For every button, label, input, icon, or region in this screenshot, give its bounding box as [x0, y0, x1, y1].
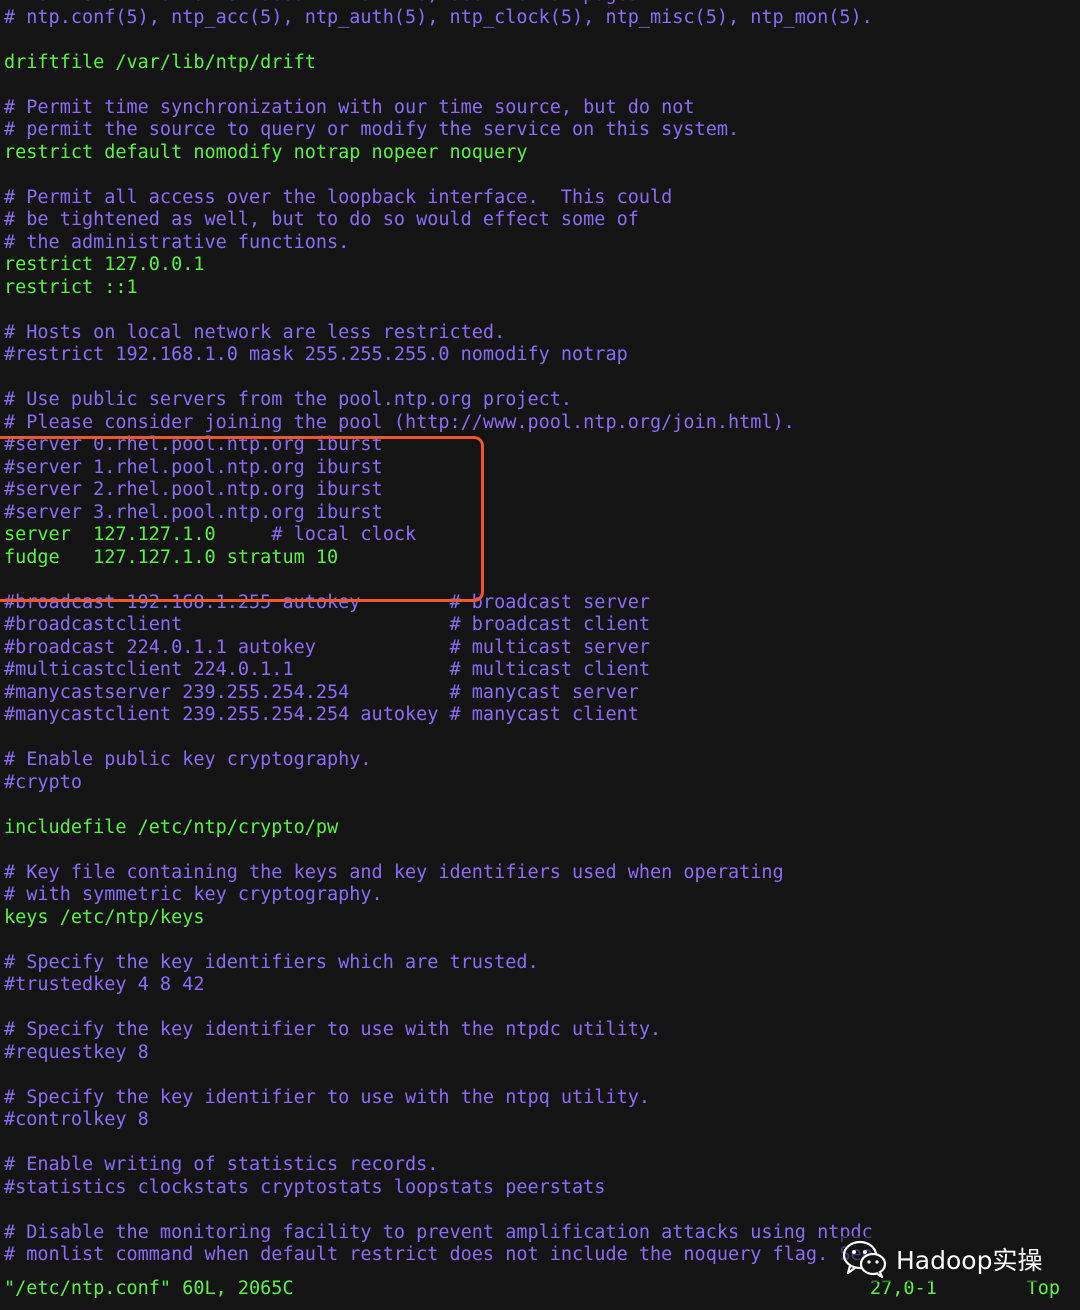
code-line: #trustedkey 4 8 42: [4, 974, 873, 997]
comment-segment: #manycastclient 239.255.254.254 autokey …: [4, 704, 639, 725]
code-line: #statistics clockstats cryptostats loops…: [4, 1177, 873, 1200]
code-line: # Enable writing of statistics records.: [4, 1154, 873, 1177]
code-line: # Hosts on local network are less restri…: [4, 322, 873, 345]
code-line: # Disable the monitoring facility to pre…: [4, 1222, 873, 1245]
code-line: #manycastclient 239.255.254.254 autokey …: [4, 704, 873, 727]
code-line: restrict ::1: [4, 277, 873, 300]
code-line: includefile /etc/ntp/crypto/pw: [4, 817, 873, 840]
comment-segment: # with symmetric key cryptography.: [4, 884, 383, 905]
comment-segment: # ntp.conf(5), ntp_acc(5), ntp_auth(5), …: [4, 6, 873, 28]
comment-segment: # Key file containing the keys and key i…: [4, 861, 784, 883]
comment-segment: #trustedkey 4 8 42: [4, 974, 205, 995]
code-line: restrict 127.0.0.1: [4, 254, 873, 277]
comment-segment: #manycastserver 239.255.254.254 # manyca…: [4, 681, 639, 703]
wechat-watermark: Hadoop实操: [838, 1236, 1055, 1282]
code-line: # the administrative functions.: [4, 232, 873, 255]
comment-segment: # Please consider joining the pool (http…: [4, 411, 795, 433]
comment-segment: #broadcastclient # broadcast client: [4, 614, 651, 635]
comment-segment: # Hosts on local network are less restri…: [4, 321, 506, 343]
comment-segment: #requestkey 8: [4, 1041, 149, 1063]
comment-segment: #multicastclient 224.0.1.1 # multicast c…: [4, 659, 651, 680]
code-line: # Key file containing the keys and key i…: [4, 862, 873, 885]
code-line: #broadcast 224.0.1.1 autokey # multicast…: [4, 637, 873, 660]
code-line: #controlkey 8: [4, 1109, 873, 1132]
comment-segment: # Specify the key identifier to use with…: [4, 1019, 662, 1040]
comment-segment: #crypto: [4, 771, 82, 793]
code-segment: restrict ::1: [4, 276, 138, 298]
code-line: # Permit all access over the loopback in…: [4, 187, 873, 210]
code-line: # be tightened as well, but to do so wou…: [4, 209, 873, 232]
status-file-info: "/etc/ntp.conf" 60L, 2065C: [4, 1278, 294, 1299]
comment-segment: # Specify the key identifier to use with…: [4, 1086, 651, 1108]
code-line: # ntp.conf(5), ntp_acc(5), ntp_auth(5), …: [4, 7, 873, 30]
comment-segment: # permit the source to query or modify t…: [4, 119, 740, 140]
code-line: #manycastserver 239.255.254.254 # manyca…: [4, 682, 873, 705]
comment-segment: # the administrative functions.: [4, 231, 350, 253]
comment-segment: # Permit time synchronization with our t…: [4, 96, 695, 118]
comment-segment: # Enable writing of statistics records.: [4, 1154, 439, 1175]
comment-segment: # Permit all access over the loopback in…: [4, 186, 673, 208]
comment-segment: # monlist command when default restrict …: [4, 1244, 873, 1265]
code-line: #requestkey 8: [4, 1042, 873, 1065]
highlight-annotation: [0, 436, 484, 602]
wechat-icon: [842, 1240, 887, 1279]
code-line: #crypto: [4, 772, 873, 795]
comment-segment: # Disable the monitoring facility to pre…: [4, 1221, 873, 1243]
code-line: # with symmetric key cryptography.: [4, 884, 873, 907]
terminal-window[interactable]: # For more information about this file, …: [0, 0, 1080, 1310]
code-line: # Permit time synchronization with our t…: [4, 97, 873, 120]
editor-buffer[interactable]: # For more information about this file, …: [4, 0, 873, 1267]
comment-segment: # Enable public key cryptography.: [4, 749, 372, 770]
comment-segment: # Specify the key identifiers which are …: [4, 951, 539, 973]
code-line: # permit the source to query or modify t…: [4, 119, 873, 142]
code-line: #broadcastclient # broadcast client: [4, 614, 873, 637]
code-line: # Please consider joining the pool (http…: [4, 412, 873, 435]
comment-segment: # be tightened as well, but to do so wou…: [4, 209, 639, 230]
code-line: # monlist command when default restrict …: [4, 1244, 873, 1267]
watermark-text: Hadoop实操: [896, 1246, 1043, 1275]
comment-segment: # For more information about this file, …: [4, 0, 639, 5]
comment-segment: #controlkey 8: [4, 1109, 149, 1130]
code-segment: restrict default nomodify notrap nopeer …: [4, 141, 528, 163]
code-line: # Specify the key identifier to use with…: [4, 1019, 873, 1042]
comment-segment: # Use public servers from the pool.ntp.o…: [4, 389, 573, 410]
code-line: #restrict 192.168.1.0 mask 255.255.255.0…: [4, 344, 873, 367]
code-line: keys /etc/ntp/keys: [4, 907, 873, 930]
code-line: #multicastclient 224.0.1.1 # multicast c…: [4, 659, 873, 682]
code-line: # Specify the key identifiers which are …: [4, 952, 873, 975]
code-line: driftfile /var/lib/ntp/drift: [4, 52, 873, 75]
code-segment: keys /etc/ntp/keys: [4, 906, 205, 928]
code-segment: driftfile /var/lib/ntp/drift: [4, 51, 316, 73]
code-line: # Enable public key cryptography.: [4, 749, 873, 772]
code-line: restrict default nomodify notrap nopeer …: [4, 142, 873, 165]
code-segment: includefile /etc/ntp/crypto/pw: [4, 816, 339, 838]
code-line: # Specify the key identifier to use with…: [4, 1087, 873, 1110]
comment-segment: #broadcast 224.0.1.1 autokey # multicast…: [4, 636, 651, 658]
comment-segment: #statistics clockstats cryptostats loops…: [4, 1176, 606, 1198]
comment-segment: #restrict 192.168.1.0 mask 255.255.255.0…: [4, 344, 628, 365]
code-line: # Use public servers from the pool.ntp.o…: [4, 389, 873, 412]
code-segment: restrict 127.0.0.1: [4, 254, 205, 275]
